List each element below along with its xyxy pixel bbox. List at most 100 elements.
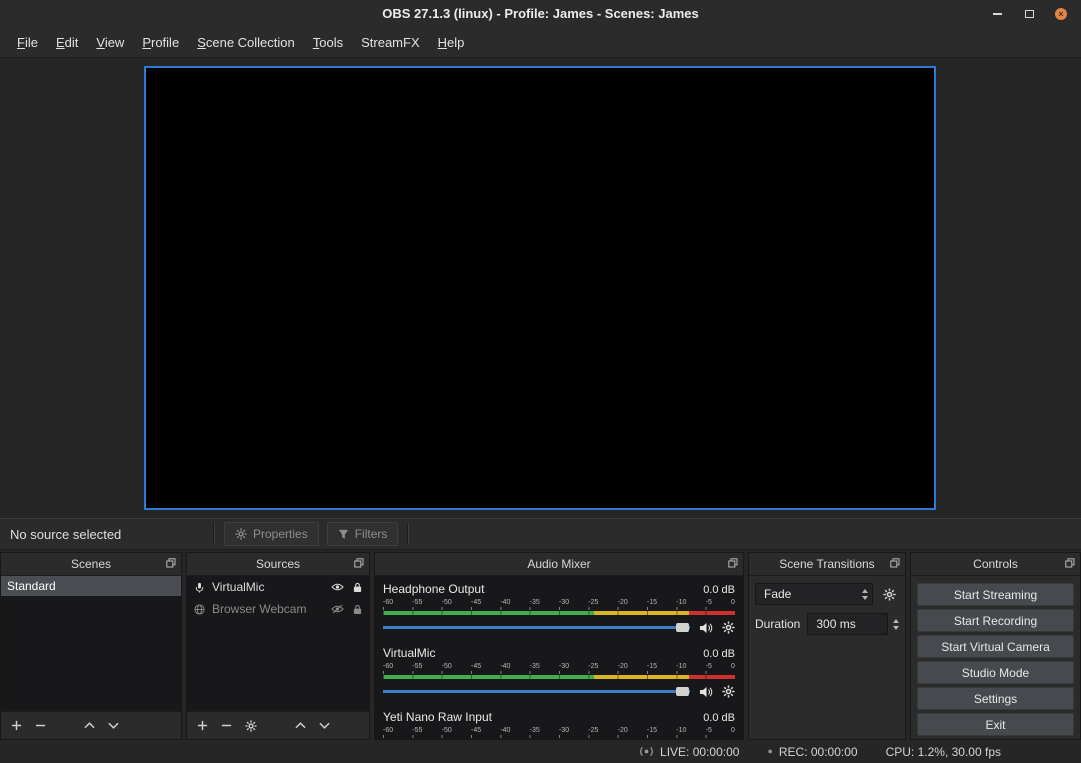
gear-icon — [722, 621, 735, 634]
meter-tick-label: -35 — [530, 663, 540, 671]
mute-button[interactable] — [699, 686, 713, 698]
source-item-browser-webcam[interactable]: Browser Webcam — [187, 598, 369, 620]
mixer-yeti-nano: Yeti Nano Raw Input 0.0 dB -60-55-50-45-… — [383, 710, 735, 739]
meter-tick-label: -15 — [647, 599, 657, 607]
slider-handle[interactable] — [676, 623, 689, 632]
minimize-button[interactable] — [981, 0, 1013, 28]
mixer-settings-button[interactable] — [722, 621, 735, 634]
popout-icon[interactable] — [728, 558, 738, 568]
menu-scene-collection[interactable]: Scene Collection — [188, 31, 304, 54]
obs-window: OBS 27.1.3 (linux) - Profile: James - Sc… — [0, 0, 1081, 763]
scenes-header-label: Scenes — [71, 557, 111, 571]
duration-input[interactable]: 300 ms — [807, 613, 888, 635]
cpu-status: CPU: 1.2%, 30.00 fps — [886, 745, 1001, 759]
remove-source-button[interactable] — [221, 720, 232, 731]
duration-increase-button[interactable] — [893, 619, 899, 623]
meter-tick-label: -50 — [442, 727, 452, 735]
scene-move-up-button[interactable] — [84, 722, 95, 729]
mixer-name: Headphone Output — [383, 582, 484, 596]
scene-transitions-panel: Scene Transitions Fade Duration — [748, 552, 906, 740]
source-properties-gear-button[interactable] — [245, 720, 257, 732]
filters-icon — [338, 529, 349, 540]
mixer-settings-button[interactable] — [722, 685, 735, 698]
meter-scale: -60-55-50-45-40-35-30-25-20-15-10-50 — [383, 727, 735, 735]
meter-tick-label: -15 — [647, 727, 657, 735]
audio-mixer-body: Headphone Output 0.0 dB -60-55-50-45-40-… — [375, 576, 743, 739]
close-icon: × — [1055, 8, 1067, 20]
combo-spinner-icon[interactable] — [862, 589, 868, 600]
meter-tickmarks — [383, 735, 735, 738]
meter-tick-label: -35 — [530, 599, 540, 607]
menu-help[interactable]: Help — [429, 31, 474, 54]
add-scene-button[interactable] — [11, 720, 22, 731]
studio-mode-button[interactable]: Studio Mode — [917, 661, 1074, 684]
menu-tools[interactable]: Tools — [304, 31, 352, 54]
menu-label: V — [96, 35, 104, 50]
menu-edit[interactable]: Edit — [47, 31, 87, 54]
lock-icon[interactable] — [353, 582, 362, 593]
volume-slider[interactable] — [383, 685, 690, 698]
preview-canvas[interactable] — [144, 66, 936, 510]
duration-decrease-button[interactable] — [893, 626, 899, 630]
transition-properties-button[interactable] — [879, 584, 899, 604]
menu-profile[interactable]: Profile — [133, 31, 188, 54]
popout-icon[interactable] — [166, 558, 176, 568]
scene-item[interactable]: Standard — [1, 576, 181, 596]
meter-tick-label: -55 — [412, 727, 422, 735]
add-source-button[interactable] — [197, 720, 208, 731]
start-virtual-camera-button[interactable]: Start Virtual Camera — [917, 635, 1074, 658]
maximize-button[interactable] — [1013, 0, 1045, 28]
exit-button[interactable]: Exit — [917, 713, 1074, 736]
source-item-virtualmic[interactable]: VirtualMic — [187, 576, 369, 598]
separator — [213, 523, 215, 545]
sources-toolbar — [187, 711, 369, 739]
source-name: VirtualMic — [212, 580, 264, 594]
filters-button[interactable]: Filters — [327, 522, 399, 546]
meter-tick-label: -40 — [500, 727, 510, 735]
controls-header-label: Controls — [973, 557, 1018, 571]
meter-tick-label: -10 — [676, 727, 686, 735]
popout-icon[interactable] — [1065, 558, 1075, 568]
meter-tick-label: -20 — [618, 663, 628, 671]
volume-slider[interactable] — [383, 621, 690, 634]
meter-tick-label: -25 — [588, 727, 598, 735]
start-recording-button[interactable]: Start Recording — [917, 609, 1074, 632]
lock-icon[interactable] — [353, 604, 362, 615]
properties-button[interactable]: Properties — [224, 522, 319, 546]
maximize-icon — [1025, 10, 1034, 18]
sources-list[interactable]: VirtualMic Browser Webcam — [187, 576, 369, 711]
menu-streamfx[interactable]: StreamFX — [352, 31, 429, 54]
scene-transitions-panel-header: Scene Transitions — [749, 553, 905, 576]
duration-value: 300 ms — [816, 617, 855, 631]
popout-icon[interactable] — [354, 558, 364, 568]
popout-icon[interactable] — [890, 558, 900, 568]
menu-file[interactable]: File — [8, 31, 47, 54]
source-move-down-button[interactable] — [319, 722, 330, 729]
meter-tickmarks — [383, 607, 735, 610]
mute-button[interactable] — [699, 622, 713, 634]
mixer-name: VirtualMic — [383, 646, 435, 660]
mixer-db-value: 0.0 dB — [703, 584, 735, 596]
scene-move-down-button[interactable] — [108, 722, 119, 729]
settings-button[interactable]: Settings — [917, 687, 1074, 710]
start-streaming-button[interactable]: Start Streaming — [917, 583, 1074, 606]
source-toolbar: No source selected Properties Filters — [0, 518, 1081, 550]
slider-handle[interactable] — [676, 687, 689, 696]
close-button[interactable]: × — [1045, 0, 1077, 28]
record-dot-icon: ● — [767, 747, 772, 756]
properties-label: Properties — [253, 527, 308, 541]
meter-tick-label: -10 — [676, 599, 686, 607]
remove-scene-button[interactable] — [35, 720, 46, 731]
transition-select[interactable]: Fade — [755, 583, 873, 605]
volume-meter — [383, 675, 735, 679]
meter-tick-label: -20 — [618, 599, 628, 607]
scenes-panel-header: Scenes — [1, 553, 181, 576]
visibility-eye-icon[interactable] — [331, 582, 344, 592]
meter-tick-label: -5 — [706, 727, 712, 735]
menu-view[interactable]: View — [87, 31, 133, 54]
source-move-up-button[interactable] — [295, 722, 306, 729]
meter-scale: -60-55-50-45-40-35-30-25-20-15-10-50 — [383, 599, 735, 607]
visibility-eye-slash-icon[interactable] — [331, 604, 344, 614]
live-status: LIVE: 00:00:00 — [660, 745, 739, 759]
scenes-list[interactable]: Standard — [1, 576, 181, 711]
